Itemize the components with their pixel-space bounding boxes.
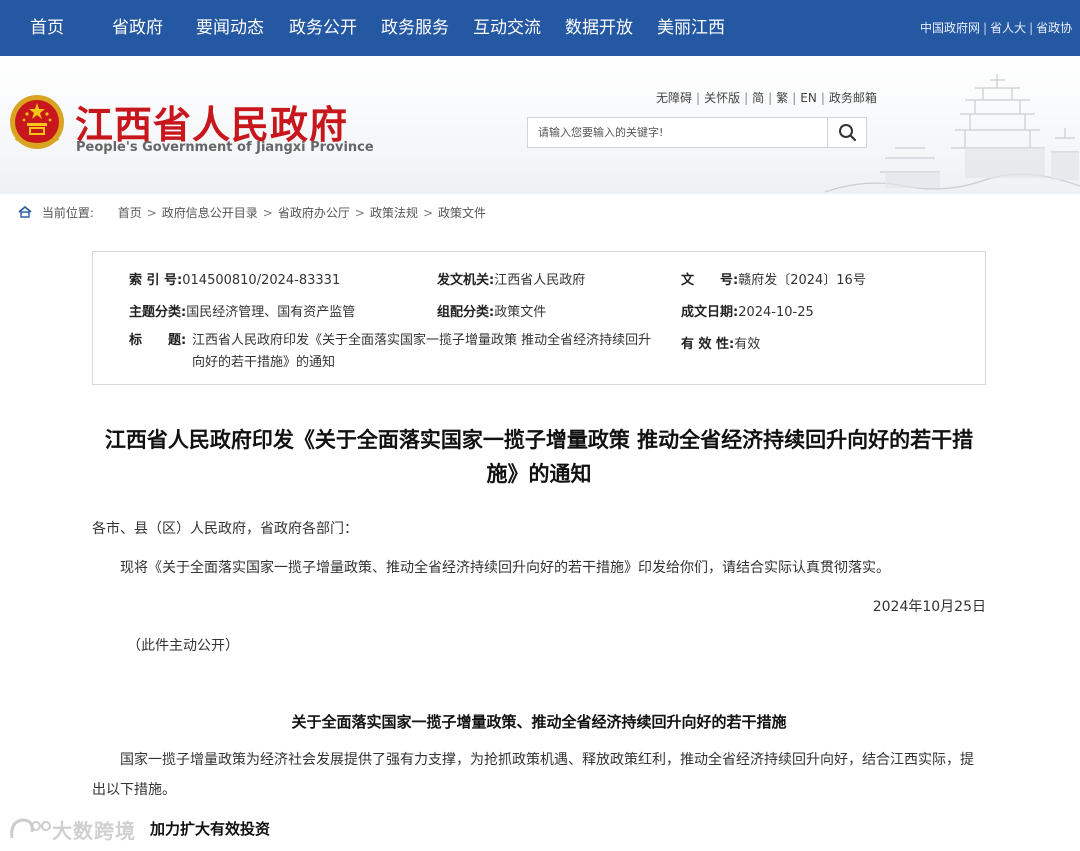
meta-topic: 主题分类:国民经济管理、国有资产监管 <box>129 305 356 320</box>
nav-beautiful-jiangxi[interactable]: 美丽江西 <box>657 0 725 56</box>
tengwang-pavilion-illustration <box>825 74 1080 193</box>
breadcrumb-label: 当前位置: <box>41 206 94 220</box>
search-input[interactable] <box>528 118 828 147</box>
article-date: 2024年10月25日 <box>872 599 986 615</box>
meta-date-value: 2024-10-25 <box>738 305 814 320</box>
article-salutation: 各市、县（区）人民政府，省政府各部门： <box>92 521 358 537</box>
site-header: 江西省人民政府 People's Government of Jiangxi P… <box>0 56 1080 194</box>
link-english[interactable]: EN <box>800 91 817 105</box>
breadcrumb-policy-regulations[interactable]: 政策法规 <box>370 206 418 220</box>
meta-validity: 有 效 性:有效 <box>681 337 761 352</box>
link-provincial-congress[interactable]: 省人大 <box>990 21 1026 35</box>
home-icon <box>18 206 32 218</box>
breadcrumb-general-office[interactable]: 省政府办公厅 <box>278 206 350 220</box>
nav-news[interactable]: 要闻动态 <box>196 0 264 56</box>
nav-open-data[interactable]: 数据开放 <box>565 0 633 56</box>
meta-doc-number: 文 号:赣府发〔2024〕16号 <box>681 273 866 288</box>
breadcrumb-policy-documents[interactable]: 政策文件 <box>438 206 486 220</box>
top-external-links: 中国政府网 | 省人大 | 省政协 <box>920 21 1073 35</box>
document-meta-box: 索 引 号:014500810/2024-83331 发文机关:江西省人民政府 … <box>92 251 986 385</box>
meta-title-value: 江西省人民政府印发《关于全面落实国家一揽子增量政策 推动全省经济持续回升向好的若… <box>192 333 652 370</box>
meta-index: 索 引 号:014500810/2024-83331 <box>129 273 341 288</box>
link-care-mode[interactable]: 关怀版 <box>704 91 740 105</box>
nav-government-affairs-public[interactable]: 政务公开 <box>289 0 357 56</box>
meta-validity-value: 有效 <box>734 337 761 352</box>
site-title-english: People's Government of Jiangxi Province <box>76 140 374 155</box>
link-provincial-cppcc[interactable]: 省政协 <box>1036 21 1072 35</box>
nav-home[interactable]: 首页 <box>30 0 64 56</box>
breadcrumb: 当前位置: 首页 > 政府信息公开目录 > 省政府办公厅 > 政策法规 > 政策文件 <box>18 205 486 221</box>
meta-date: 成文日期:2024-10-25 <box>681 305 814 320</box>
nav-interaction[interactable]: 互动交流 <box>473 0 541 56</box>
meta-issuer: 发文机关:江西省人民政府 <box>437 273 586 288</box>
meta-index-value: 014500810/2024-83331 <box>182 273 341 288</box>
public-disclosure-note: （此件主动公开） <box>127 638 239 654</box>
nav-government-services[interactable]: 政务服务 <box>381 0 449 56</box>
attachment-intro-paragraph: 国家一揽子增量政策为经济社会发展提供了强有力支撑，为抢抓政策机遇、释放政策红利，… <box>92 752 974 798</box>
article-body-paragraph: 现将《关于全面落实国家一揽子增量政策、推动全省经济持续回升向好的若干措施》印发给… <box>120 560 890 576</box>
link-accessibility[interactable]: 无障碍 <box>656 91 692 105</box>
meta-doc-number-value: 赣府发〔2024〕16号 <box>738 273 866 288</box>
search-box <box>527 117 867 148</box>
meta-category-value: 政策文件 <box>494 305 547 320</box>
section-heading: 加力扩大有效投资 <box>150 820 271 838</box>
nav-provincial-government[interactable]: 省政府 <box>112 0 163 56</box>
meta-category: 组配分类:政策文件 <box>437 305 547 320</box>
link-traditional[interactable]: 繁 <box>776 91 788 105</box>
top-navigation-bar: 首页 省政府 要闻动态 政务公开 政务服务 互动交流 数据开放 美丽江西 中国政… <box>0 0 1080 56</box>
watermark-text: 大数跨境 <box>52 819 136 843</box>
link-simplified[interactable]: 简 <box>752 91 764 105</box>
breadcrumb-home[interactable]: 首页 <box>118 206 142 220</box>
breadcrumb-info-catalog[interactable]: 政府信息公开目录 <box>162 206 258 220</box>
national-emblem-icon <box>10 95 64 149</box>
article-title: 江西省人民政府印发《关于全面落实国家一揽子增量政策 推动全省经济持续回升向好的若… <box>104 428 974 486</box>
meta-topic-value: 国民经济管理、国有资产监管 <box>186 305 356 320</box>
link-china-gov[interactable]: 中国政府网 <box>920 21 980 35</box>
attachment-title: 关于全面落实国家一揽子增量政策、推动全省经济持续回升向好的若干措施 <box>291 713 787 731</box>
meta-issuer-value: 江西省人民政府 <box>494 273 586 288</box>
